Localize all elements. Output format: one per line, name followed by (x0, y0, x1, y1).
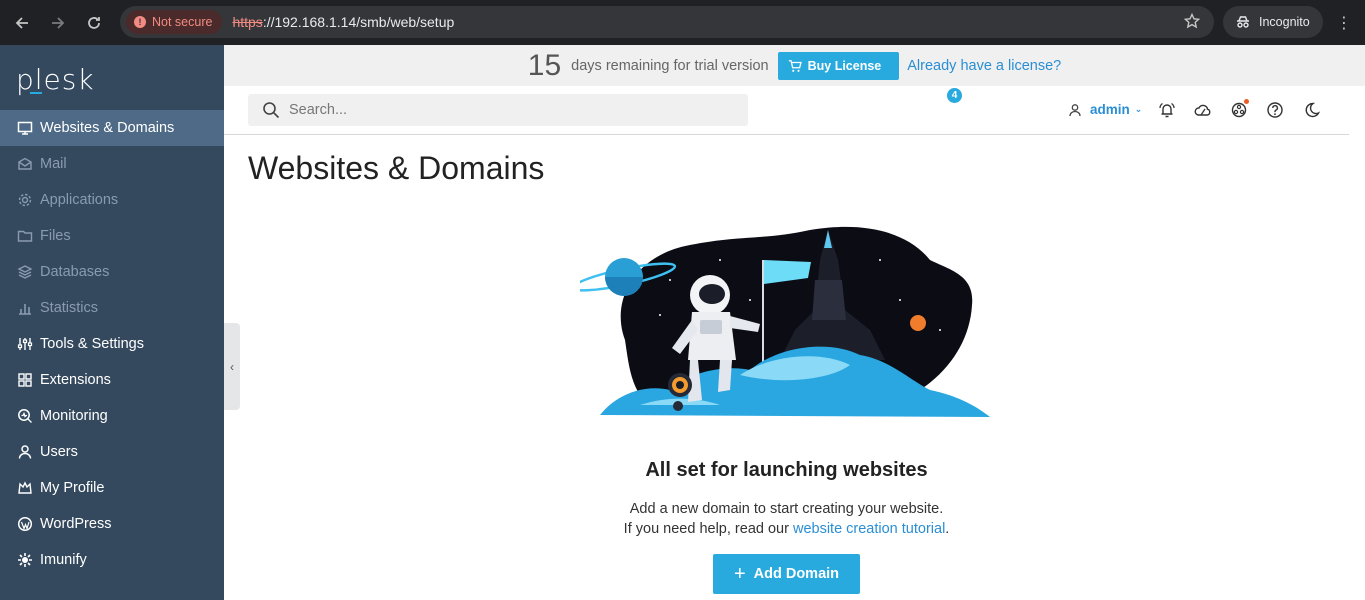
bookmark-star-icon[interactable] (1183, 12, 1201, 34)
add-domain-label: Add Domain (753, 566, 840, 582)
sidebar-item-label: Databases (40, 264, 110, 280)
sidebar-item-label: Mail (40, 156, 67, 172)
security-indicator[interactable]: ! Not secure (126, 10, 223, 34)
sidebar-item-label: Extensions (40, 372, 111, 388)
address-bar[interactable]: ! Not secure https://192.168.1.14/smb/we… (120, 6, 1214, 38)
notifications-badge: 4 (947, 88, 962, 103)
sidebar-item-label: Tools & Settings (40, 336, 144, 352)
sidebar-item-statistics[interactable]: Statistics (0, 290, 224, 326)
sidebar-item-label: Statistics (40, 300, 99, 316)
profile-icon (16, 479, 34, 497)
url-path: ://192.168.1.14/smb/web/setup (262, 14, 455, 30)
sidebar-item-label: Monitoring (40, 408, 108, 424)
browser-menu-icon[interactable]: ⋮ (1336, 13, 1352, 33)
bar-chart-icon (16, 299, 34, 317)
warning-icon: ! (134, 16, 146, 28)
not-secure-label: Not secure (152, 15, 213, 29)
user-name: admin (1090, 102, 1130, 117)
wordpress-icon (16, 515, 34, 533)
sidebar-item-monitoring[interactable]: Monitoring (0, 398, 224, 434)
monitoring-icon (16, 407, 34, 425)
notifications-icon[interactable] (1156, 99, 1178, 121)
sidebar-item-label: My Profile (40, 480, 105, 496)
sidebar-collapse-toggle[interactable]: ‹ (224, 323, 240, 410)
incognito-label: Incognito (1259, 15, 1310, 29)
buy-license-button[interactable]: Buy License (777, 51, 900, 80)
trial-text: days remaining for trial version (571, 57, 769, 74)
scrollbar[interactable] (1349, 86, 1365, 600)
sidebar-item-extensions[interactable]: Extensions (0, 362, 224, 398)
mail-icon (16, 155, 34, 173)
user-icon (1069, 103, 1081, 116)
reload-icon[interactable] (76, 5, 112, 41)
dark-mode-icon[interactable] (1301, 99, 1323, 121)
extensions-icon (16, 371, 34, 389)
sidebar: plesk Websites & Domains Mail Applicatio… (0, 45, 224, 600)
user-icon (16, 443, 34, 461)
feedback-dot (1244, 99, 1249, 104)
sidebar-item-imunify[interactable]: Imunify (0, 542, 224, 578)
sidebar-item-applications[interactable]: Applications (0, 182, 224, 218)
empty-state-line-1: Add a new domain to start creating your … (629, 501, 944, 517)
logo-accent (30, 92, 42, 94)
url-text[interactable]: https://192.168.1.14/smb/web/setup (232, 14, 454, 30)
back-icon[interactable] (4, 5, 40, 41)
incognito-icon (1237, 16, 1249, 28)
sliders-icon (16, 335, 34, 353)
sidebar-item-my-profile[interactable]: My Profile (0, 470, 224, 506)
sidebar-item-websites-domains[interactable]: Websites & Domains (0, 110, 224, 146)
monitor-icon (16, 119, 34, 137)
search-input[interactable] (289, 102, 709, 118)
cart-icon (788, 59, 802, 72)
sidebar-item-label: Imunify (40, 552, 87, 568)
help-icon[interactable] (1264, 99, 1286, 121)
cloud-sync-icon[interactable] (1192, 99, 1214, 121)
sidebar-item-tools-settings[interactable]: Tools & Settings (0, 326, 224, 362)
sidebar-item-label: Applications (40, 192, 119, 208)
sidebar-item-label: Users (40, 444, 78, 460)
user-menu[interactable]: admin ⌄ (1068, 102, 1142, 117)
gear-icon (16, 191, 34, 209)
search-box[interactable] (248, 94, 748, 126)
incognito-indicator[interactable]: Incognito (1223, 6, 1323, 38)
folder-icon (16, 227, 34, 245)
trial-days-count: 15 (527, 48, 562, 82)
sidebar-item-wordpress[interactable]: WordPress (0, 506, 224, 542)
database-icon (16, 263, 34, 281)
have-license-link[interactable]: Already have a license? (907, 58, 1061, 74)
page-title: Websites & Domains (248, 150, 545, 186)
sidebar-item-mail[interactable]: Mail (0, 146, 224, 182)
chevron-down-icon: ⌄ (1134, 104, 1143, 114)
plus-icon: + (733, 563, 746, 585)
add-domain-button[interactable]: + Add Domain (713, 554, 860, 594)
sidebar-item-label: Websites & Domains (40, 120, 175, 136)
forward-icon[interactable] (40, 5, 76, 41)
buy-license-label: Buy License (807, 58, 882, 73)
sidebar-item-label: Files (40, 228, 71, 244)
tutorial-link[interactable]: website creation tutorial (793, 521, 945, 537)
sidebar-item-users[interactable]: Users (0, 434, 224, 470)
empty-state-title: All set for launching websites (645, 459, 928, 481)
chevron-left-icon: ‹ (230, 359, 234, 374)
sidebar-item-label: WordPress (40, 516, 112, 532)
browser-toolbar: ! Not secure https://192.168.1.14/smb/we… (0, 0, 1365, 45)
sidebar-menu: Websites & Domains Mail Applications Fil… (0, 110, 224, 578)
plesk-logo[interactable]: plesk (16, 63, 95, 96)
url-scheme: https (232, 14, 263, 30)
sidebar-item-files[interactable]: Files (0, 218, 224, 254)
empty-line-2-prefix: If you need help, read our (623, 521, 793, 537)
imunify-icon (16, 551, 34, 569)
astronaut-illustration (580, 226, 990, 417)
trial-banner: 15 days remaining for trial version Buy … (224, 45, 1365, 86)
sidebar-item-databases[interactable]: Databases (0, 254, 224, 290)
empty-line-2-suffix: . (945, 521, 950, 537)
top-bar: admin ⌄ (224, 86, 1349, 135)
empty-state-description: Add a new domain to start creating your … (224, 499, 1349, 539)
search-icon (263, 102, 280, 119)
empty-state-line-2: If you need help, read our website creat… (224, 519, 1349, 539)
